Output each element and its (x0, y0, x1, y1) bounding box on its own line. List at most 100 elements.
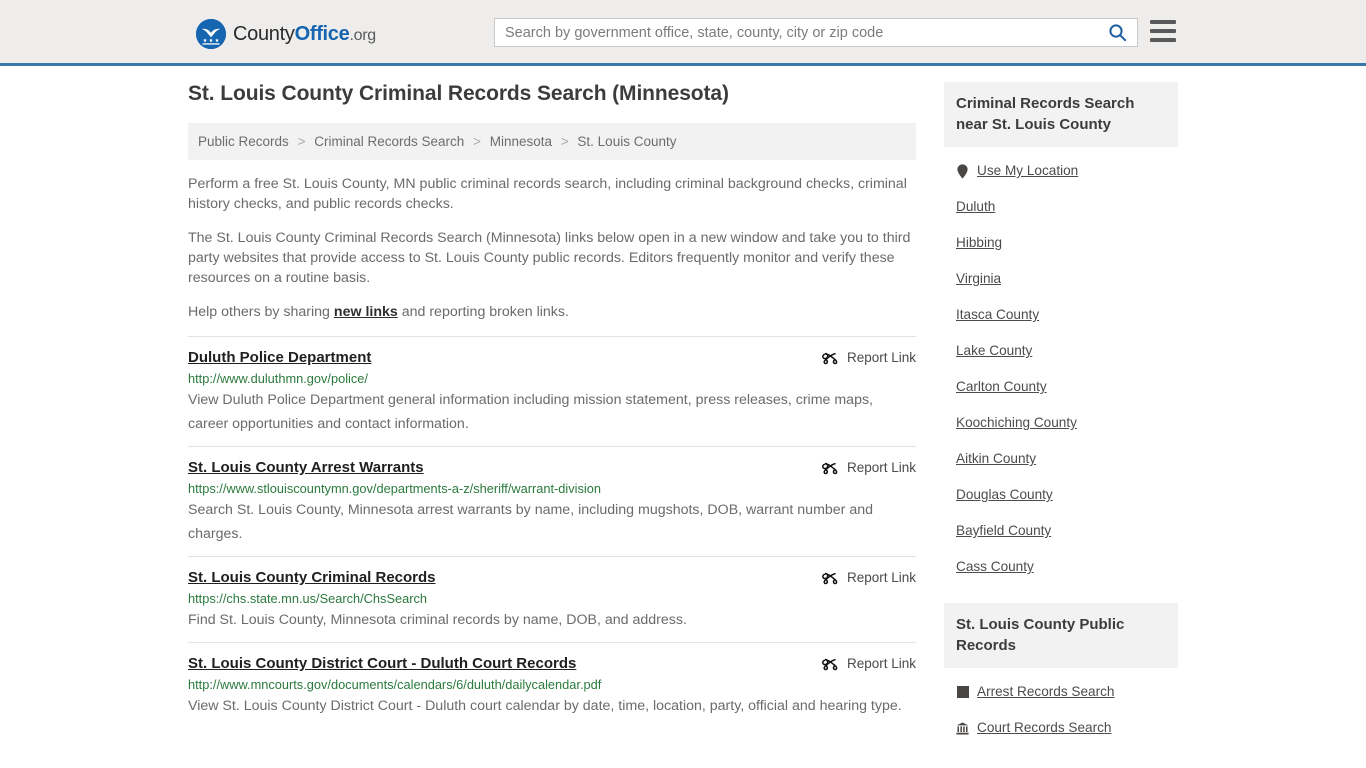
sidebar-item-use-my-location[interactable]: Use My Location (944, 153, 1178, 189)
hamburger-bar (1150, 38, 1176, 42)
sidebar-item-itasca-county[interactable]: Itasca County (944, 297, 1178, 333)
report-link-button[interactable]: Report Link (810, 568, 916, 588)
intro-p3-before: Help others by sharing (188, 304, 334, 320)
search-icon (1108, 23, 1127, 42)
courthouse-icon (956, 721, 969, 736)
listing-item: St. Louis County District Court - Duluth… (188, 642, 916, 728)
report-link-label: Report Link (846, 656, 916, 671)
sidebar-item-duluth[interactable]: Duluth (944, 189, 1178, 225)
sidebar-item-label: Lake County (956, 343, 1033, 358)
breadcrumb-item-minnesota[interactable]: Minnesota (490, 134, 552, 149)
listing-url: http://www.duluthmn.gov/police/ (188, 371, 368, 386)
countyoffice-eagle-seal-icon (196, 19, 226, 49)
sidebar-item-label: Hibbing (956, 235, 1003, 250)
listing-item: St. Louis County Arrest Warrants Report … (188, 446, 916, 556)
listing-description: Find St. Louis County, Minnesota crimina… (188, 612, 687, 628)
sidebar-item-koochiching-county[interactable]: Koochiching County (944, 405, 1178, 441)
site-logo[interactable]: CountyOffice.org (196, 19, 376, 49)
breadcrumb-item-criminal-records-search[interactable]: Criminal Records Search (314, 134, 464, 149)
breadcrumb-separator: > (560, 134, 569, 149)
nearby-searches-heading: Criminal Records Search near St. Louis C… (944, 82, 1178, 147)
main-column: St. Louis County Criminal Records Search… (188, 82, 916, 728)
sidebar-item-label: Cass County (956, 559, 1034, 574)
list-item: Carlton County (944, 369, 1178, 405)
report-link-button[interactable]: Report Link (810, 458, 916, 478)
public-records-heading: St. Louis County Public Records (944, 603, 1178, 668)
page-body: St. Louis County Criminal Records Search… (0, 66, 1366, 764)
listing-url: https://www.stlouiscountymn.gov/departme… (188, 481, 601, 496)
breadcrumb-item-public-records[interactable]: Public Records (198, 134, 289, 149)
sidebar-item-court-records-search[interactable]: Court Records Search (944, 710, 1178, 746)
listing-header: St. Louis County District Court - Duluth… (188, 654, 916, 674)
sidebar-item-hibbing[interactable]: Hibbing (944, 225, 1178, 261)
sidebar-item-bayfield-county[interactable]: Bayfield County (944, 513, 1178, 549)
sidebar-item-label: Virginia (956, 271, 1002, 286)
sidebar-item-label: Aitkin County (956, 451, 1037, 466)
logo-text-county: County (233, 22, 295, 45)
broken-link-icon (822, 570, 839, 587)
logo-text-office: Office (294, 22, 350, 45)
sidebar-item-label: Arrest Records Search (977, 684, 1115, 699)
sidebar-item-label: Douglas County (956, 487, 1053, 502)
breadcrumb-separator: > (297, 134, 306, 149)
list-item: Virginia (944, 261, 1178, 297)
listing-item: Duluth Police Department Report Link htt… (188, 336, 916, 446)
listing-url: https://chs.state.mn.us/Search/ChsSearch (188, 591, 427, 606)
sidebar-item-label: Itasca County (956, 307, 1040, 322)
list-item: Arrest Records Search (944, 674, 1178, 710)
search-button[interactable] (1097, 19, 1137, 46)
list-item: Lake County (944, 333, 1178, 369)
listing-header: St. Louis County Criminal Records Report… (188, 568, 916, 588)
sidebar-item-carlton-county[interactable]: Carlton County (944, 369, 1178, 405)
listing-title-link[interactable]: St. Louis County Criminal Records (188, 568, 436, 588)
sidebar-item-label: Carlton County (956, 379, 1047, 394)
breadcrumb: Public Records > Criminal Records Search… (188, 123, 916, 160)
map-pin-icon (956, 163, 969, 179)
sidebar-item-label: Court Records Search (977, 720, 1112, 735)
sidebar-item-virginia[interactable]: Virginia (944, 261, 1178, 297)
hamburger-menu-icon[interactable] (1150, 20, 1176, 42)
list-item: Use My Location (944, 153, 1178, 189)
sidebar-item-arrest-records-search[interactable]: Arrest Records Search (944, 674, 1178, 710)
search-input[interactable] (495, 19, 1097, 46)
list-item: Bayfield County (944, 513, 1178, 549)
report-link-button[interactable]: Report Link (810, 654, 916, 674)
listing-description: Search St. Louis County, Minnesota arres… (188, 502, 874, 542)
sidebar-item-cass-county[interactable]: Cass County (944, 549, 1178, 585)
listing-url: http://www.mncourts.gov/documents/calend… (188, 677, 602, 692)
listing-title-link[interactable]: Duluth Police Department (188, 348, 371, 368)
nearby-searches-card: Criminal Records Search near St. Louis C… (944, 82, 1178, 585)
page-title: St. Louis County Criminal Records Search… (188, 82, 729, 105)
content-container: St. Louis County Criminal Records Search… (188, 82, 1178, 764)
list-item: Duluth (944, 189, 1178, 225)
broken-link-icon (822, 350, 839, 367)
broken-link-icon (822, 460, 839, 477)
listing-title-link[interactable]: St. Louis County District Court - Duluth… (188, 654, 576, 674)
public-records-card: St. Louis County Public Records Arrest R… (944, 603, 1178, 746)
sidebar-item-lake-county[interactable]: Lake County (944, 333, 1178, 369)
sidebar-item-douglas-county[interactable]: Douglas County (944, 477, 1178, 513)
new-links-link[interactable]: new links (334, 304, 398, 320)
report-link-button[interactable]: Report Link (810, 348, 916, 368)
list-item: Court Records Search (944, 710, 1178, 746)
site-logo-text: CountyOffice.org (233, 23, 376, 46)
intro-paragraph-2: The St. Louis County Criminal Records Se… (188, 230, 911, 286)
search-bar[interactable] (494, 18, 1138, 47)
sidebar: Criminal Records Search near St. Louis C… (944, 82, 1178, 764)
intro-p3-after: and reporting broken links. (397, 304, 569, 320)
intro-text: Perform a free St. Louis County, MN publ… (188, 174, 916, 322)
logo-text-tld: .org (349, 26, 376, 44)
report-link-label: Report Link (846, 570, 916, 585)
site-header: CountyOffice.org (0, 0, 1366, 66)
broken-link-icon (822, 656, 839, 673)
listing-title-link[interactable]: St. Louis County Arrest Warrants (188, 458, 424, 478)
intro-paragraph-1: Perform a free St. Louis County, MN publ… (188, 176, 907, 212)
intro-paragraph-3: Help others by sharing new links and rep… (188, 302, 916, 322)
listing-item: St. Louis County Criminal Records Report… (188, 556, 916, 642)
hamburger-bar (1150, 29, 1176, 33)
report-link-label: Report Link (846, 460, 916, 475)
breadcrumb-item-st-louis-county[interactable]: St. Louis County (577, 134, 676, 149)
sidebar-item-label: Duluth (956, 199, 996, 214)
list-item: Aitkin County (944, 441, 1178, 477)
sidebar-item-aitkin-county[interactable]: Aitkin County (944, 441, 1178, 477)
